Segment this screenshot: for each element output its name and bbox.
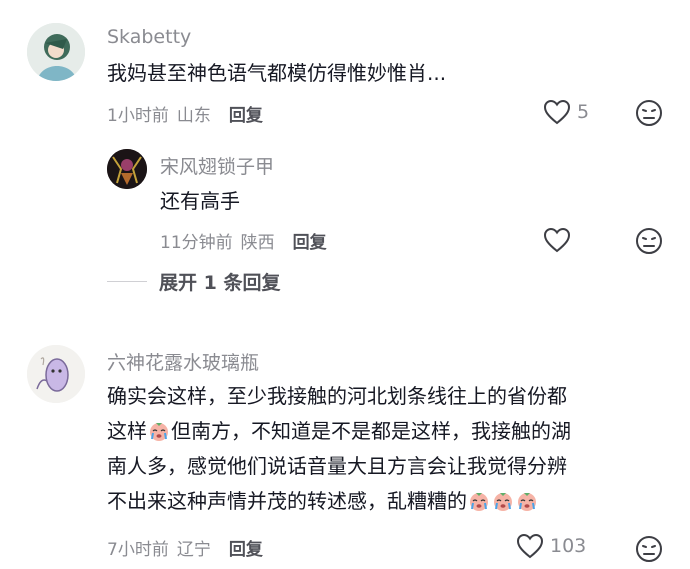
- timestamp: 1小时前: [107, 106, 169, 126]
- expand-replies-label: 展开 1 条回复: [159, 272, 281, 294]
- crying-face-emoji: [492, 488, 514, 511]
- dislike-face-icon: [635, 536, 663, 567]
- comment-text: 我妈甚至神色语气都模仿得惟妙惟肖...: [107, 61, 447, 85]
- reply-button[interactable]: 回复: [229, 101, 263, 126]
- text-line: 南人多，感觉他们说话音量大且方言会让我觉得分辨: [107, 454, 567, 478]
- text-line: 这样 但南方，不知道是不是都是这样，我接触的湖: [107, 414, 682, 449]
- comment-text: 确实会这样，至少我接触的河北划条线往上的省份都 这样 但南方，不知道是不是都是这样…: [107, 379, 682, 519]
- text-fragment: 但南方，不知道是不是都是这样，我接触的湖: [171, 419, 571, 443]
- dislike-face-icon: [635, 228, 663, 259]
- comment-meta: 1小时前 山东 回复: [107, 101, 263, 126]
- text-line: 不出来这种声情并茂的转述感，乱糟糟的: [107, 484, 682, 519]
- reply-button[interactable]: 回复: [229, 535, 263, 560]
- heart-outline-icon: [543, 227, 571, 253]
- avatar[interactable]: [107, 149, 147, 189]
- dislike-button[interactable]: [635, 535, 663, 567]
- divider: [107, 281, 147, 282]
- like-button[interactable]: 5: [543, 99, 589, 125]
- timestamp: 7小时前: [107, 540, 169, 560]
- location: 辽宁: [176, 540, 211, 560]
- username[interactable]: 宋风翅锁子甲: [160, 152, 274, 179]
- heart-outline-icon: [543, 99, 571, 125]
- timestamp: 11分钟前: [160, 233, 233, 253]
- reply-button[interactable]: 回复: [293, 228, 327, 253]
- text-fragment: 不出来这种声情并茂的转述感，乱糟糟的: [107, 489, 467, 513]
- heart-outline-icon: [516, 533, 544, 559]
- like-button[interactable]: 103: [516, 533, 586, 559]
- like-count: 5: [577, 101, 590, 123]
- like-button[interactable]: [543, 227, 571, 253]
- text-line: 确实会这样，至少我接触的河北划条线往上的省份都: [107, 384, 567, 408]
- dislike-button[interactable]: [635, 227, 663, 259]
- like-count: 103: [550, 535, 587, 557]
- username[interactable]: Skabetty: [107, 26, 191, 48]
- dislike-face-icon: [635, 100, 663, 131]
- crying-face-emoji: [468, 488, 490, 511]
- expand-replies-button[interactable]: 展开 1 条回复: [107, 268, 280, 295]
- comment-meta: 7小时前 辽宁 回复: [107, 535, 263, 560]
- reply-meta: 11分钟前 陕西 回复: [160, 228, 327, 253]
- avatar[interactable]: [27, 23, 85, 81]
- text-fragment: 这样: [107, 419, 147, 443]
- reply-text: 还有高手: [160, 189, 240, 213]
- location: 山东: [176, 106, 211, 126]
- avatar[interactable]: [27, 345, 85, 403]
- crying-face-emoji: [516, 488, 538, 511]
- dislike-button[interactable]: [635, 99, 663, 131]
- username[interactable]: 六神花露水玻璃瓶: [107, 348, 259, 375]
- crying-face-emoji: [148, 418, 170, 441]
- location: 陕西: [240, 233, 275, 253]
